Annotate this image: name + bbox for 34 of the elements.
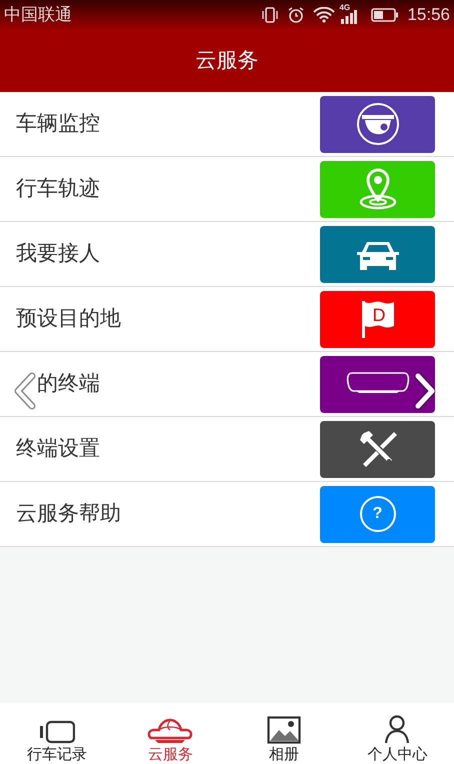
cloud-icon [147,718,194,744]
service-button[interactable] [320,226,435,282]
flag-icon [360,299,396,339]
question-mark: ? [372,504,382,524]
service-label[interactable]: 的终端 [16,368,320,400]
page-title: 云服务 [196,48,258,74]
wifi-icon [313,7,336,23]
signal-icon [341,10,358,24]
clock-time: 15:56 [407,4,450,26]
service-label[interactable]: 行车轨迹 [16,173,320,205]
carrier-label: 中国联通 [4,4,72,26]
service-label[interactable]: 我要接人 [16,238,320,270]
image-icon [266,716,301,744]
service-label[interactable]: 云服务帮助 [16,498,320,530]
vibrate-icon [261,6,280,24]
service-label[interactable]: 车辆监控 [16,108,320,140]
tab[interactable]: 相册 [227,703,340,764]
person-icon [383,714,412,744]
service-button[interactable]: ? [320,486,435,542]
service-label[interactable]: 预设目的地 [16,303,320,335]
alarm-icon [287,6,306,24]
dome-camera-icon [356,102,400,146]
service-button[interactable] [320,96,435,152]
flag-letter: D [372,305,386,325]
dashcam-icon [38,720,75,744]
service-button[interactable]: D [320,290,435,348]
tab[interactable]: 行车记录 [0,703,114,764]
tab[interactable]: 云服务 [114,703,227,764]
service-button[interactable] [320,356,435,412]
network-label: 4G [339,2,350,14]
tab[interactable]: 个人中心 [340,703,454,764]
service-label[interactable]: 终端设置 [16,433,320,465]
service-button[interactable] [320,420,435,478]
battery-icon [371,8,400,22]
